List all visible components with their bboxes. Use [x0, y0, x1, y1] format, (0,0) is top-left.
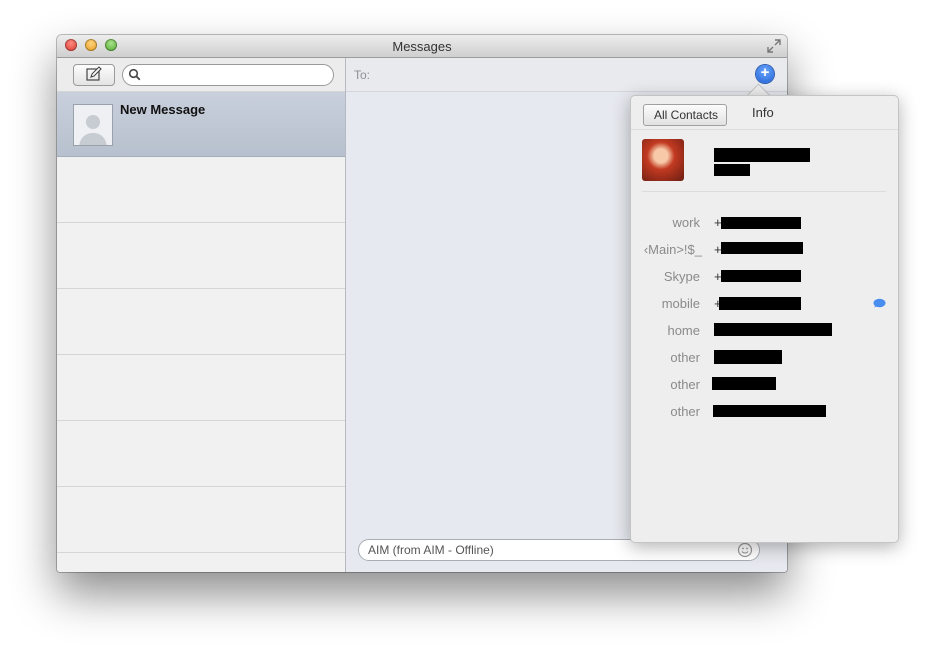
- field-label-other: other: [670, 377, 700, 392]
- recipient-bar[interactable]: To: +: [346, 58, 787, 92]
- field-value-other[interactable]: [713, 405, 826, 417]
- redacted-value: [721, 217, 801, 229]
- conversation-sidebar: New Message: [57, 58, 346, 572]
- field-label-work: work: [672, 215, 700, 230]
- redacted-contact-company: [714, 164, 750, 176]
- plus-icon: +: [760, 64, 770, 81]
- field-label-other: other: [670, 404, 700, 419]
- new-message-button[interactable]: [73, 64, 115, 86]
- emoji-picker-icon[interactable]: [737, 542, 753, 558]
- all-contacts-button[interactable]: All Contacts: [643, 104, 728, 126]
- avatar: [73, 104, 113, 146]
- field-value-mobile[interactable]: +: [714, 296, 801, 311]
- contact-info-popover: All Contacts Info work ‹Main>!$_ Skype m…: [630, 95, 899, 543]
- conversation-name: New Message: [120, 102, 206, 117]
- search-icon: [128, 68, 141, 81]
- field-value-home[interactable]: [714, 323, 832, 336]
- list-divider: [57, 552, 345, 553]
- field-value-other[interactable]: [714, 350, 782, 364]
- search-field[interactable]: [122, 64, 334, 86]
- to-label: To:: [354, 68, 371, 82]
- field-value-skype[interactable]: +: [714, 269, 801, 284]
- search-input[interactable]: [143, 66, 327, 84]
- redacted-value: [721, 242, 803, 254]
- field-label-mobile: mobile: [661, 296, 700, 311]
- field-label-home: home: [667, 323, 700, 338]
- redacted-value: [721, 270, 801, 282]
- popover-title: Info: [752, 105, 774, 120]
- field-value-custom[interactable]: +: [714, 242, 803, 257]
- field-label-other: other: [670, 350, 700, 365]
- list-divider: [57, 354, 345, 355]
- redacted-value: [719, 297, 801, 310]
- chat-bubble-icon[interactable]: [872, 298, 886, 309]
- list-divider: [57, 486, 345, 487]
- compose-icon: [86, 66, 102, 81]
- list-divider: [57, 222, 345, 223]
- popover-separator: [642, 191, 886, 192]
- list-divider: [57, 288, 345, 289]
- conversation-item-new-message[interactable]: New Message: [57, 92, 345, 157]
- fullscreen-icon[interactable]: [767, 39, 781, 53]
- contact-photo: [642, 139, 684, 181]
- window-title: Messages: [392, 39, 452, 54]
- field-label-skype: Skype: [663, 269, 700, 284]
- list-divider: [57, 420, 345, 421]
- title-bar: Messages: [57, 35, 787, 58]
- field-label-custom: ‹Main>!$_: [643, 242, 702, 257]
- add-contact-button[interactable]: +: [756, 64, 774, 83]
- field-value-other[interactable]: [712, 377, 776, 390]
- sidebar-toolbar: [57, 58, 345, 92]
- field-value-work[interactable]: +: [714, 215, 801, 230]
- person-placeholder-icon: [79, 115, 107, 145]
- message-input-placeholder: AIM (from AIM - Offline): [368, 543, 494, 557]
- popover-divider: [631, 129, 898, 130]
- redacted-contact-name: [714, 148, 810, 162]
